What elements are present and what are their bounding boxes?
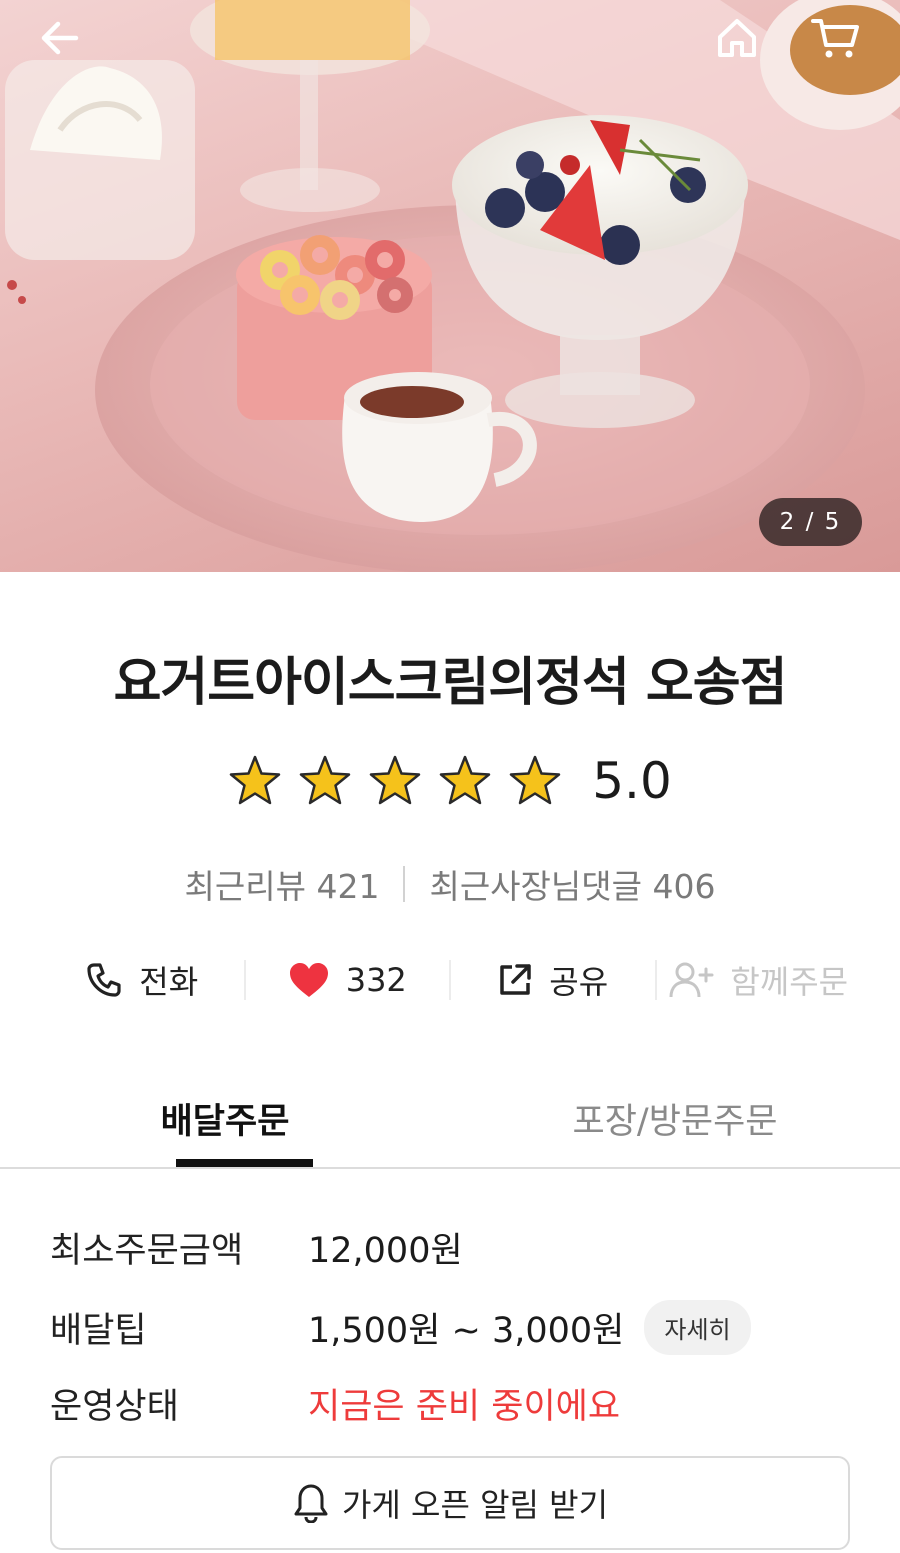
active-tab-indicator <box>176 1159 313 1167</box>
tab-label: 포장/방문주문 <box>572 1102 778 1142</box>
recent-review-count[interactable]: 최근리뷰 421 <box>185 860 380 908</box>
tab-pickup-order[interactable]: 포장/방문주문 <box>450 1085 900 1167</box>
store-name: 요거트아이스크림의정석 오송점 <box>113 653 788 713</box>
notify-label: 가게 오픈 알림 받기 <box>341 1486 609 1524</box>
delivery-tip-row: 배달팁 1,500원 ~ 3,000원 자세히 <box>50 1300 870 1355</box>
recent-owner-reply-count[interactable]: 최근사장님댓글 406 <box>429 860 715 908</box>
star-icon <box>439 755 491 805</box>
status-label: 운영상태 <box>50 1387 179 1427</box>
share-label: 공유 <box>549 963 609 1001</box>
cart-icon <box>811 19 859 58</box>
tab-label: 배달주문 <box>160 1102 290 1142</box>
min-order-value: 12,000원 <box>308 1231 463 1271</box>
star-icon <box>369 755 421 805</box>
review-summary[interactable]: 최근리뷰 421 최근사장님댓글 406 <box>0 860 900 908</box>
open-notification-button[interactable]: 가게 오픈 알림 받기 <box>50 1456 850 1550</box>
rating-score: 5.0 <box>592 752 672 810</box>
home-icon <box>718 19 756 57</box>
star-icon <box>229 755 281 805</box>
rating-stars <box>228 754 562 808</box>
heart-icon <box>289 963 328 997</box>
delivery-tip-value: 1,500원 ~ 3,000원 <box>308 1311 625 1351</box>
store-actions: 전화 332 공유 함께주문 <box>40 950 860 1010</box>
like-button[interactable]: 332 <box>246 950 450 1010</box>
divider <box>403 866 406 902</box>
delivery-tip-label: 배달팁 <box>50 1311 147 1351</box>
cart-button[interactable] <box>806 8 866 68</box>
min-order-row: 최소주문금액 12,000원 <box>50 1222 870 1273</box>
status-value: 지금은 준비 중이에요 <box>308 1387 621 1427</box>
call-button[interactable]: 전화 <box>40 950 244 1010</box>
phone-icon <box>87 963 121 997</box>
home-button[interactable] <box>707 8 767 68</box>
star-icon <box>299 755 351 805</box>
order-type-tabs: 배달주문 포장/방문주문 <box>0 1085 900 1169</box>
tab-delivery-order[interactable]: 배달주문 <box>0 1085 450 1167</box>
back-button[interactable] <box>30 8 90 68</box>
call-label: 전화 <box>139 963 199 1001</box>
star-icon <box>509 755 561 805</box>
group-order-label: 함께주문 <box>730 963 849 1001</box>
share-button[interactable]: 공유 <box>451 950 655 1010</box>
add-user-icon <box>669 962 714 998</box>
back-arrow-icon <box>41 21 79 55</box>
store-rating[interactable]: 5.0 <box>0 752 900 810</box>
delivery-tip-detail-button[interactable]: 자세히 <box>644 1300 751 1355</box>
store-photo <box>5 0 900 572</box>
status-row: 운영상태 지금은 준비 중이에요 <box>50 1378 870 1429</box>
share-icon <box>500 964 532 995</box>
like-count: 332 <box>345 961 407 999</box>
bell-icon <box>294 1484 328 1523</box>
group-order-button[interactable]: 함께주문 <box>657 950 861 1010</box>
gallery-page-counter: 2 / 5 <box>759 498 862 546</box>
min-order-label: 최소주문금액 <box>50 1231 244 1271</box>
store-photo-gallery[interactable]: 2 / 5 <box>0 0 900 572</box>
